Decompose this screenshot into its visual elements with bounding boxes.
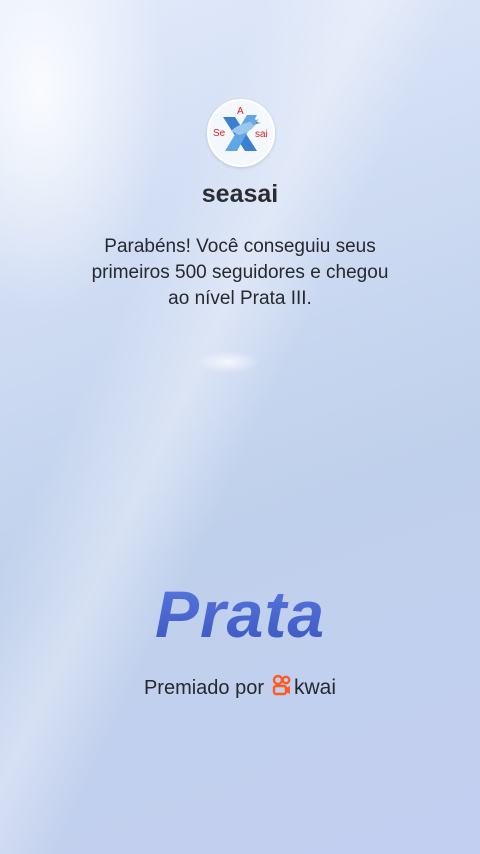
message-line: ao nível Prata III. (168, 288, 312, 309)
message-line: Parabéns! Você conseguiu seus (104, 236, 376, 257)
congratulation-message: Parabéns! Você conseguiu seus primeiros … (40, 234, 440, 312)
awarded-by-label: Premiado por (143, 676, 265, 699)
avatar-letter-se: Se (213, 128, 226, 139)
username[interactable]: seasai (0, 180, 480, 209)
avatar[interactable]: A Se sai (207, 99, 275, 167)
kwai-brand-name: kwai (294, 676, 337, 699)
kwai-logo-icon (272, 674, 292, 702)
avatar-letter-a: A (237, 106, 244, 117)
level-title: Prata (0, 576, 480, 652)
message-line: primeiros 500 seguidores e chegou (91, 262, 389, 283)
awarded-by: Premiado por kwai (0, 674, 480, 702)
avatar-letter-sai: sai (255, 129, 268, 140)
